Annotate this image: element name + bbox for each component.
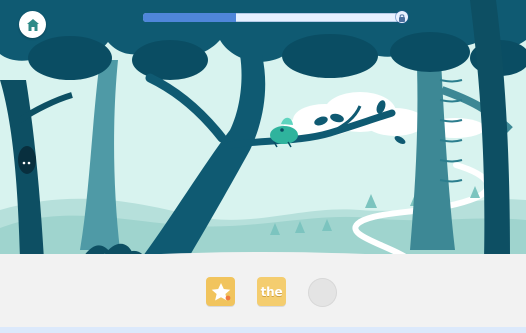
star-icon bbox=[211, 282, 230, 300]
home-icon bbox=[26, 18, 39, 31]
home-button[interactable] bbox=[19, 11, 46, 38]
lock-badge bbox=[396, 11, 408, 23]
level-progress-fill bbox=[143, 13, 237, 22]
peeking-creature bbox=[18, 146, 36, 174]
tray-bottom-edge bbox=[0, 327, 526, 333]
collected-star-slot[interactable] bbox=[206, 277, 235, 306]
level-progress-bar bbox=[143, 13, 402, 22]
collected-word-slot[interactable]: the bbox=[257, 277, 286, 306]
empty-slot bbox=[308, 278, 337, 307]
game-stage: the bbox=[0, 0, 526, 333]
lock-icon bbox=[399, 13, 405, 22]
collected-word-text: the bbox=[260, 284, 283, 299]
